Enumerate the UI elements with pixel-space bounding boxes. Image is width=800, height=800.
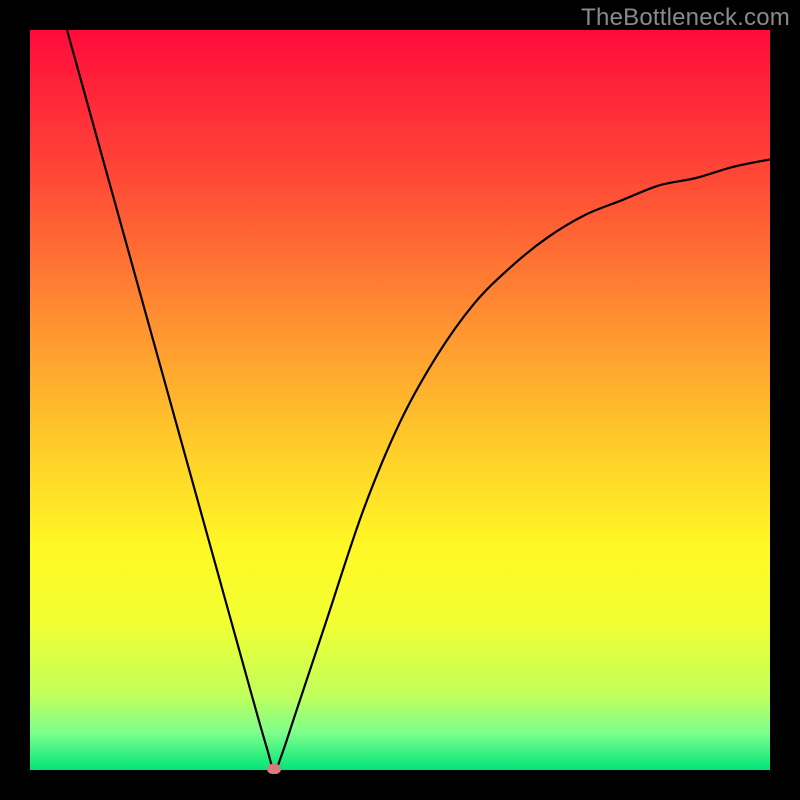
curve-svg (30, 30, 770, 770)
bottleneck-curve (67, 30, 770, 770)
plot-area (30, 30, 770, 770)
minimum-marker (267, 764, 281, 774)
watermark-text: TheBottleneck.com (581, 4, 790, 32)
chart-frame: TheBottleneck.com (0, 0, 800, 800)
